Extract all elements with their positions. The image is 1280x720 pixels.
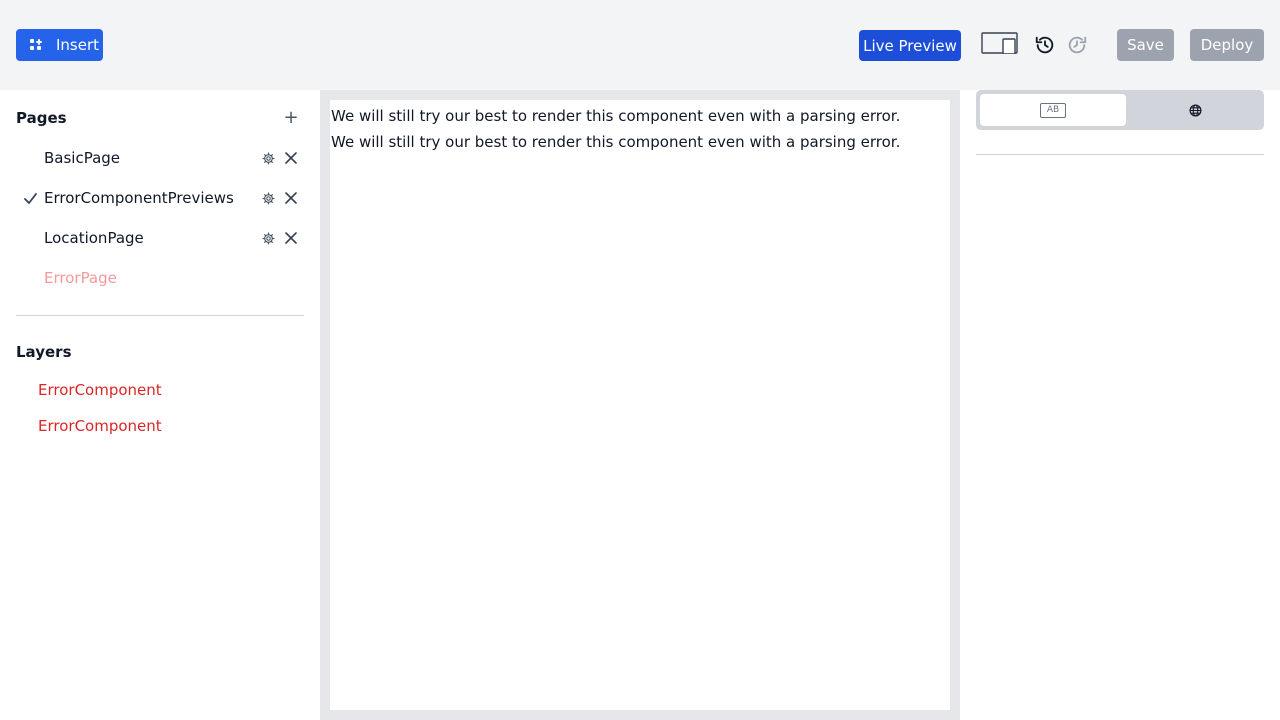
pages-title: Pages [16,109,67,127]
page-item-errorcomponentpreviews[interactable]: ErrorComponentPreviews [16,178,304,218]
toggle-global-mode[interactable] [1130,94,1260,126]
device-preview-icon[interactable] [981,32,1019,54]
right-panel [960,90,1280,720]
deploy-button[interactable]: Deploy [1190,29,1264,61]
canvas-message: We will still try our best to render thi… [331,133,901,151]
text-ab-icon: AB [1040,102,1066,118]
gear-icon[interactable] [260,150,276,166]
preview-canvas[interactable]: We will still try our best to render thi… [330,100,950,710]
page-item-errorpage[interactable]: ErrorPage [16,258,304,298]
divider [16,315,304,316]
page-item-basicpage[interactable]: BasicPage [16,138,304,178]
save-button[interactable]: Save [1117,29,1174,61]
close-icon[interactable] [283,190,299,206]
grid-plus-icon [30,39,42,51]
insert-label: Insert [56,36,100,54]
close-icon[interactable] [283,230,299,246]
live-preview-button[interactable]: Live Preview [859,30,961,61]
gear-icon[interactable] [260,230,276,246]
page-item-label: ErrorPage [44,269,117,287]
toggle-text-mode[interactable]: AB [980,94,1126,126]
insert-button[interactable]: Insert [16,29,103,61]
add-page-icon[interactable]: + [283,109,299,127]
divider [976,154,1264,155]
layers-title: Layers [16,343,72,361]
history-undo-icon[interactable] [1034,34,1056,56]
gear-icon[interactable] [260,190,276,206]
globe-icon [1188,103,1202,117]
layer-item[interactable]: ErrorComponent [38,381,162,399]
layer-item[interactable]: ErrorComponent [38,417,162,435]
canvas-message: We will still try our best to render thi… [331,107,901,125]
page-item-locationpage[interactable]: LocationPage [16,218,304,258]
top-toolbar: Insert Live Preview Save Deploy [0,0,1280,90]
close-icon[interactable] [283,150,299,166]
history-redo-icon[interactable] [1066,34,1088,56]
checkmark-icon [16,192,44,204]
